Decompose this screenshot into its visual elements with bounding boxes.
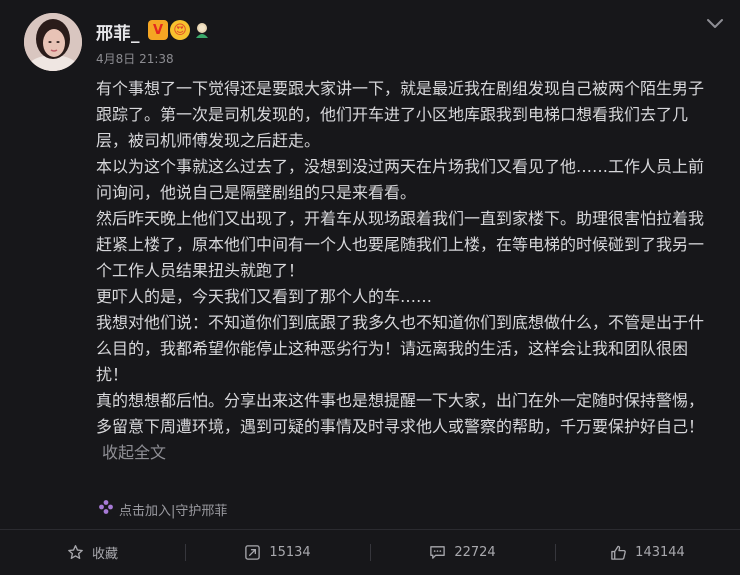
super-topic-icon	[98, 499, 114, 519]
fan-badge[interactable]	[192, 20, 212, 40]
post-content: 有个事想了一下觉得还是要跟大家讲一下，就是最近我在剧组发现自己被两个陌生男子跟踪…	[96, 76, 718, 466]
star-icon	[68, 545, 83, 560]
avatar[interactable]	[24, 13, 82, 71]
post-paragraph-last: 真的想想都后怕。分享出来这件事也是想提醒一下大家，出门在外一定随时保持警惕，多留…	[96, 388, 718, 466]
comment-button[interactable]: 22724	[370, 530, 555, 575]
comment-icon	[430, 546, 446, 559]
like-button[interactable]: 143144	[555, 530, 740, 575]
repost-icon	[245, 545, 261, 560]
super-topic-link[interactable]: 点击加入|守护邢菲	[98, 499, 227, 519]
repost-button[interactable]: 15134	[185, 530, 370, 575]
vip-badge[interactable]: 😍	[170, 20, 190, 40]
favorite-label: 收藏	[91, 547, 118, 562]
comment-count: 22724	[454, 545, 496, 560]
post-timestamp[interactable]: 4月8日 21:38	[96, 50, 174, 67]
user-badges: V 😍	[148, 20, 212, 40]
repost-count: 15134	[269, 545, 311, 560]
super-topic-label: 点击加入|守护邢菲	[119, 503, 228, 519]
post-paragraph: 我想对他们说：不知道你们到底跟了我多久也不知道你们到底想做什么，不管是出于什么目…	[96, 313, 705, 384]
post-paragraph: 本以为这个事就这么过去了，没想到没过两天在片场我们又看见了他……工作人员上前问询…	[96, 157, 705, 202]
username[interactable]: 邢菲_	[96, 19, 140, 44]
action-bar: 收藏 15134 22724 143144	[0, 530, 740, 575]
weibo-post-card: 邢菲_ V 😍 4月8日 21:38 有个事想了一下觉得还是要跟大家讲一下，就是…	[0, 0, 740, 575]
verified-badge[interactable]: V	[148, 20, 168, 40]
collapse-full-text-link[interactable]: 收起全文	[102, 443, 166, 462]
favorite-button[interactable]: 收藏	[0, 530, 185, 575]
post-paragraph: 更吓人的是，今天我们又看到了那个人的车……	[96, 287, 433, 306]
like-icon	[611, 545, 626, 560]
post-paragraph: 真的想想都后怕。分享出来这件事也是想提醒一下大家，出门在外一定随时保持警惕，多留…	[96, 391, 705, 436]
post-paragraph: 然后昨天晚上他们又出现了，开着车从现场跟着我们一直到家楼下。助理很害怕拉着我赶紧…	[96, 209, 705, 280]
post-paragraph: 有个事想了一下觉得还是要跟大家讲一下，就是最近我在剧组发现自己被两个陌生男子跟踪…	[96, 79, 705, 150]
like-count: 143144	[635, 545, 685, 560]
chevron-down-icon[interactable]	[706, 15, 724, 29]
